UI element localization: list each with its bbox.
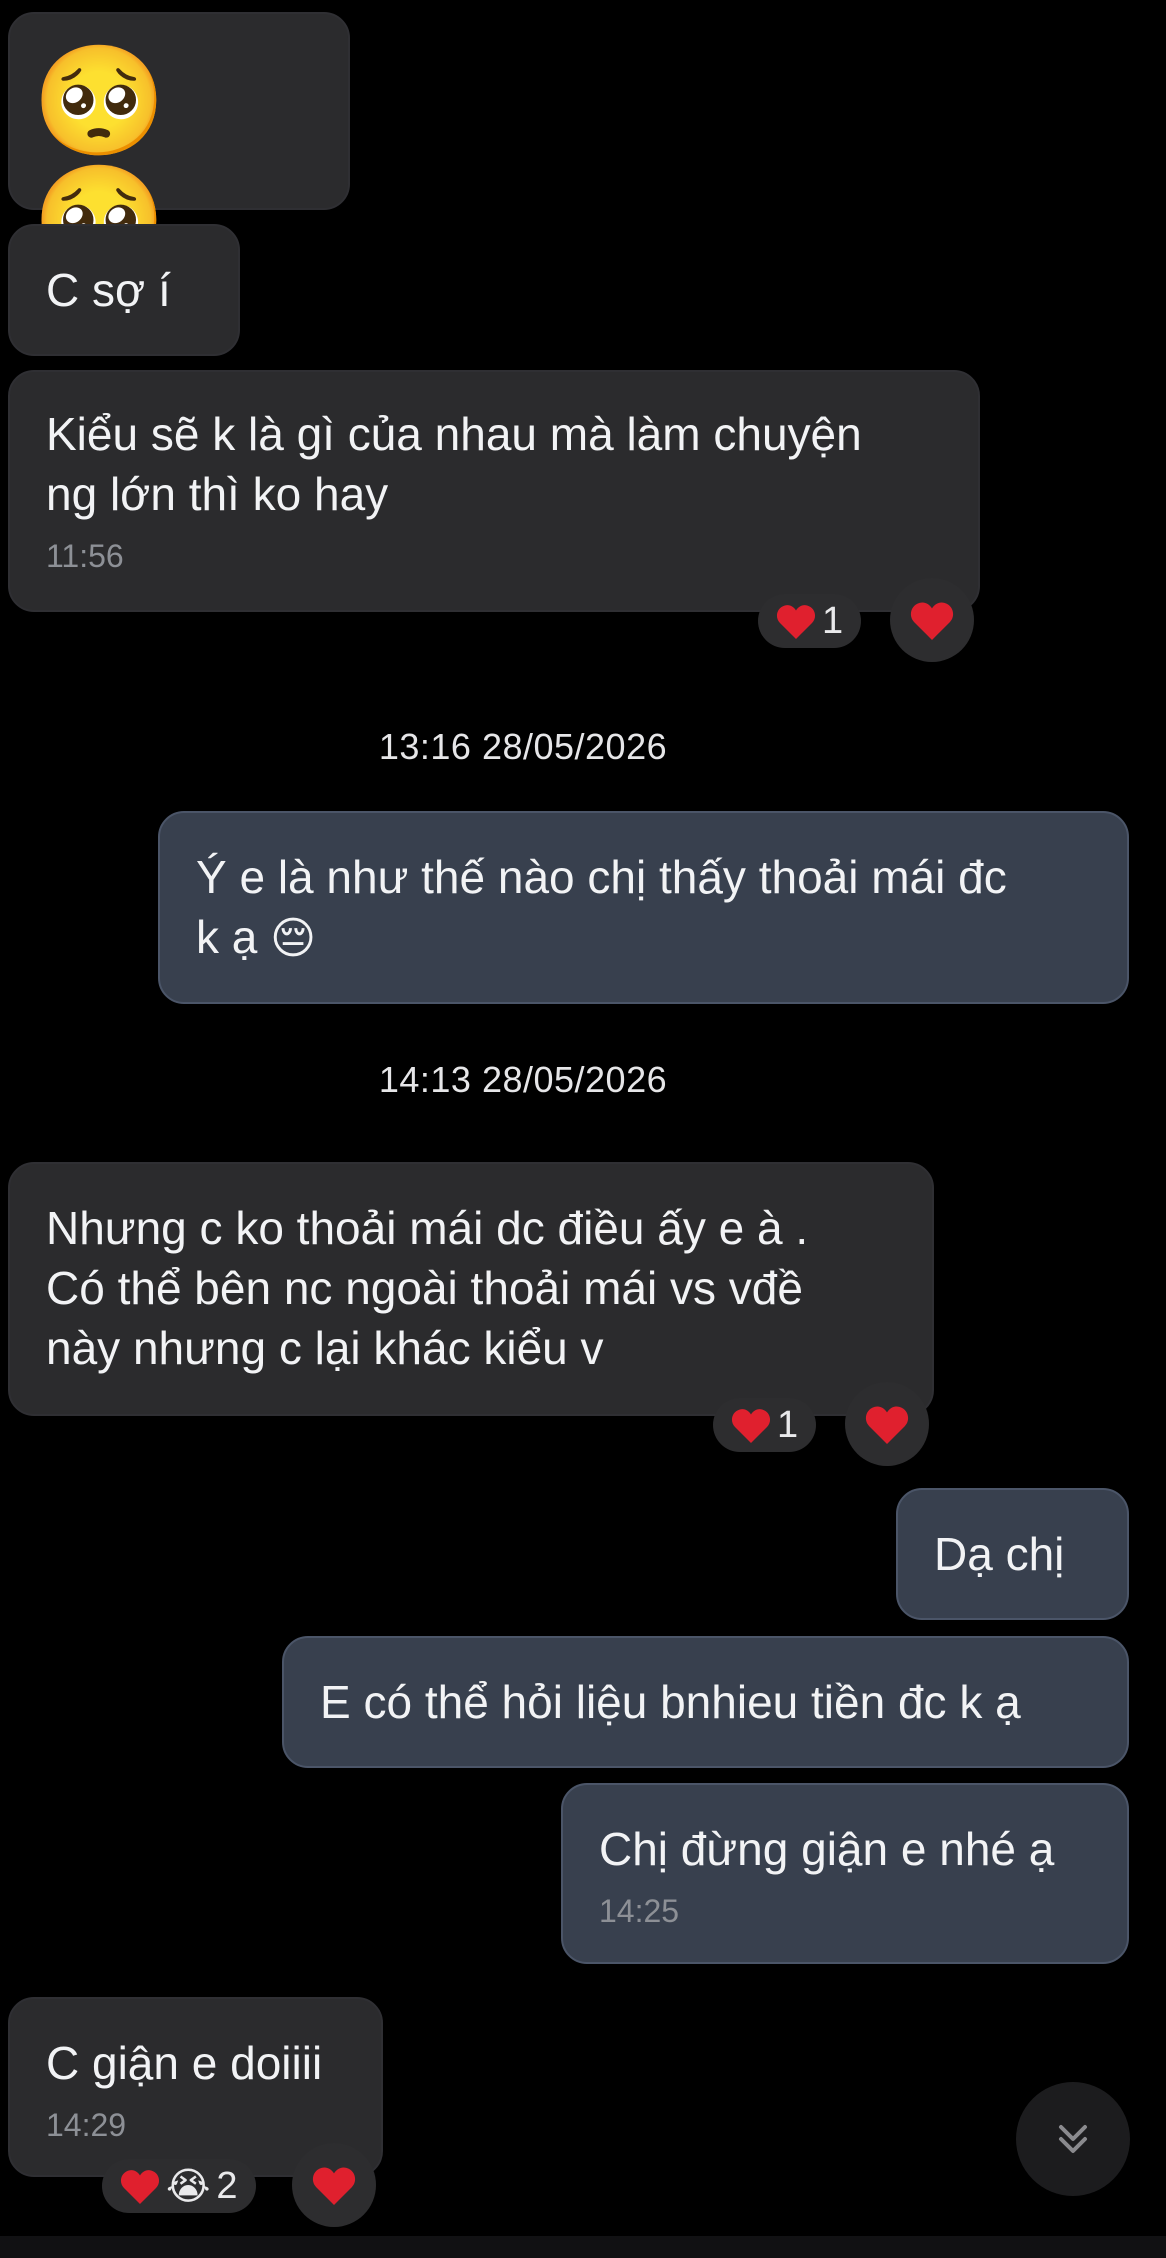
message-text: Kiểu sẽ k là gì của nhau mà làm chuyện n… bbox=[46, 408, 862, 520]
reaction-count: 2 bbox=[216, 2164, 238, 2207]
message-text: Ý e là như thế nào chị thấy thoải mái đc… bbox=[196, 847, 1091, 969]
message-bubble-outgoing[interactable]: Dạ chị bbox=[896, 1488, 1129, 1620]
message-text: C sợ í bbox=[46, 264, 171, 316]
message-bubble-incoming[interactable]: C sợ í bbox=[8, 224, 240, 356]
date-separator: 14:13 28/05/2026 bbox=[378, 1059, 668, 1100]
heart-icon bbox=[731, 1409, 771, 1443]
message-text: Dạ chị bbox=[934, 1528, 1065, 1580]
message-text-content: Ý e là như thế nào chị thấy thoải mái đc… bbox=[196, 851, 1007, 963]
add-reaction-button[interactable] bbox=[890, 578, 974, 662]
scroll-to-bottom-button[interactable] bbox=[1016, 2082, 1130, 2196]
message-text: E có thể hỏi liệu bnhieu tiền đc k ạ bbox=[320, 1676, 1021, 1728]
reaction-summary[interactable]: 😭 2 bbox=[102, 2159, 256, 2213]
add-reaction-button[interactable] bbox=[292, 2143, 376, 2227]
pensive-face-emoji: 😔 bbox=[270, 913, 317, 964]
pleading-face-emoji: 🥺 bbox=[32, 39, 185, 164]
reaction-summary[interactable]: 1 bbox=[758, 594, 862, 648]
message-bubble-incoming[interactable]: 🥺🥺 bbox=[8, 12, 350, 282]
reaction-count: 1 bbox=[822, 599, 844, 642]
heart-icon bbox=[120, 2170, 160, 2204]
heart-icon bbox=[910, 602, 954, 640]
date-separator: 13:16 28/05/2026 bbox=[378, 726, 668, 767]
chevrons-down-icon bbox=[1059, 2125, 1087, 2153]
heart-icon bbox=[865, 1406, 909, 1444]
add-reaction-button[interactable] bbox=[845, 1382, 929, 1466]
message-timestamp: 14:25 bbox=[599, 1893, 680, 1929]
message-bubble-outgoing[interactable]: E có thể hỏi liệu bnhieu tiền đc k ạ bbox=[282, 1636, 1129, 1768]
reaction-summary[interactable]: 1 bbox=[713, 1398, 817, 1452]
message-timestamp: 11:56 bbox=[46, 538, 124, 574]
heart-icon bbox=[312, 2167, 356, 2205]
message-timestamp: 14:29 bbox=[46, 2107, 127, 2143]
message-bubble-outgoing[interactable]: Ý e là như thế nào chị thấy thoải mái đc… bbox=[158, 811, 1129, 1004]
message-bubble-incoming[interactable]: Kiểu sẽ k là gì của nhau mà làm chuyện n… bbox=[8, 370, 980, 612]
bottom-edge bbox=[0, 2236, 1166, 2258]
message-bubble-outgoing[interactable]: Chị đừng giận e nhé ạ 14:25 bbox=[561, 1783, 1129, 1964]
crying-face-emoji: 😭 bbox=[166, 2164, 211, 2208]
message-text: Chị đừng giận e nhé ạ bbox=[599, 1823, 1055, 1875]
message-text: C giận e doiiii bbox=[46, 2037, 323, 2089]
message-text: Nhưng c ko thoải mái dc điều ấy e à . Có… bbox=[46, 1202, 809, 1374]
reaction-count: 1 bbox=[777, 1403, 799, 1446]
heart-icon bbox=[776, 605, 816, 639]
message-bubble-incoming[interactable]: Nhưng c ko thoải mái dc điều ấy e à . Có… bbox=[8, 1162, 934, 1416]
